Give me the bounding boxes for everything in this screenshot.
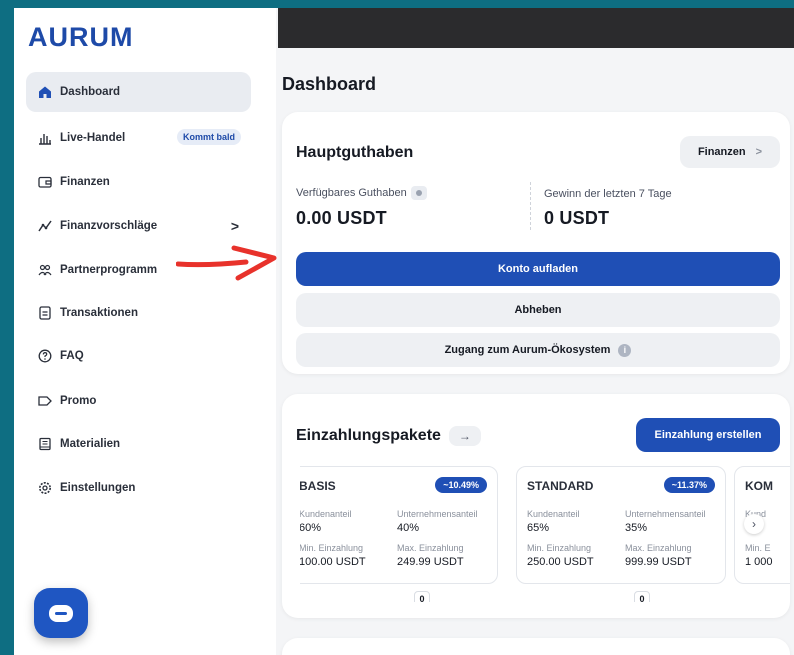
max-deposit-label: Max. Einzahlung <box>397 543 464 553</box>
company-share-value: 40% <box>397 522 420 534</box>
profit-7d-value: 0 USDT <box>544 208 610 228</box>
sidebar-item-dashboard[interactable]: Dashboard <box>26 72 251 112</box>
company-share-label: Unternehmensanteil <box>397 509 478 519</box>
client-share-label: Kundenanteil <box>300 509 352 519</box>
wallet-icon <box>38 175 52 189</box>
finance-button-label: Finanzen <box>697 146 746 158</box>
sidebar-item-label: Transaktionen <box>60 307 138 319</box>
carousel-next-button[interactable]: › <box>744 514 764 534</box>
sidebar: AURUM Dashboard Live-Handel Kommt bald F… <box>14 8 276 655</box>
document-icon <box>38 306 52 320</box>
sidebar-item-einstellungen[interactable]: Einstellungen <box>26 468 251 508</box>
chevron-right-icon: > <box>230 218 239 234</box>
support-chat-button[interactable] <box>34 588 88 638</box>
max-deposit-value: 999.99 USDT <box>625 556 692 568</box>
min-deposit-value: 250.00 USDT <box>527 556 594 568</box>
sidebar-item-live-handel[interactable]: Live-Handel Kommt bald <box>26 118 251 158</box>
sidebar-item-label: Materialien <box>60 438 121 450</box>
coming-soon-badge: Kommt bald <box>176 129 241 145</box>
client-share-label: Kundenanteil <box>527 509 580 519</box>
ecosystem-access-button[interactable]: Zugang zum Aurum-Ökosystem i <box>296 333 780 367</box>
package-count[interactable]: 0 <box>634 591 650 602</box>
min-deposit-label: Min. Einzahlung <box>300 543 364 553</box>
package-name: KOM <box>745 479 773 493</box>
ecosystem-access-label: Zugang zum Aurum-Ökosystem <box>444 344 611 356</box>
sidebar-item-transaktionen[interactable]: Transaktionen <box>26 293 251 333</box>
info-icon: i <box>618 343 632 357</box>
sidebar-item-finanzvorschlaege[interactable]: Finanzvorschläge > <box>26 206 251 246</box>
package-card-standard[interactable]: STANDARD ~11.37% Kundenanteil 65% Untern… <box>516 466 726 584</box>
chat-bubble-icon <box>49 604 73 622</box>
packages-carousel: BASIS ~10.49% Kundenanteil 60% Unternehm… <box>300 466 790 602</box>
company-share-value: 35% <box>625 522 648 534</box>
profit-7d-label: Gewinn der letzten 7 Tage <box>544 188 672 200</box>
package-rate-badge: ~11.37% <box>663 477 715 493</box>
tag-icon <box>38 394 52 408</box>
sidebar-item-label: Finanzvorschläge <box>60 220 158 232</box>
sidebar-item-label: FAQ <box>60 350 84 362</box>
available-balance-value: 0.00 USDT <box>296 208 387 228</box>
users-icon <box>38 263 52 277</box>
package-name: STANDARD <box>527 479 594 493</box>
top-bar <box>278 8 794 48</box>
client-share-value: 65% <box>527 522 550 534</box>
package-name: BASIS <box>300 479 336 493</box>
sidebar-item-finanzen[interactable]: Finanzen <box>26 162 251 202</box>
max-deposit-label: Max. Einzahlung <box>625 543 692 553</box>
balance-title: Hauptguthaben <box>296 144 414 161</box>
next-card <box>282 638 790 655</box>
red-arrow-annotation <box>176 245 277 281</box>
stat-divider <box>530 182 531 230</box>
available-balance-label: Verfügbares Guthaben <box>296 186 407 199</box>
top-bar-spacer <box>278 48 794 56</box>
withdraw-button[interactable]: Abheben <box>296 293 780 327</box>
sidebar-item-materialien[interactable]: Materialien <box>26 424 251 464</box>
sidebar-item-label: Dashboard <box>60 86 121 98</box>
max-deposit-value: 249.99 USDT <box>397 556 464 568</box>
min-deposit-label: Min. Einzahlung <box>527 543 592 553</box>
home-icon <box>38 85 52 99</box>
help-icon <box>38 349 52 363</box>
package-count[interactable]: 0 <box>414 591 430 602</box>
packages-card: Einzahlungspakete → Einzahlung erstellen … <box>282 394 790 618</box>
sidebar-item-label: Einstellungen <box>60 482 136 494</box>
package-rate-badge: ~10.49% <box>435 477 487 493</box>
topup-button[interactable]: Konto aufladen <box>296 252 780 286</box>
min-deposit-label: Min. E <box>745 543 771 553</box>
sidebar-item-label: Promo <box>60 395 97 407</box>
finance-button[interactable]: Finanzen > <box>680 136 780 168</box>
arrow-right-icon[interactable]: → <box>448 426 481 446</box>
packages-title: Einzahlungspakete <box>296 427 441 445</box>
sidebar-item-label: Finanzen <box>60 176 110 188</box>
create-deposit-button[interactable]: Einzahlung erstellen <box>636 418 780 452</box>
book-icon <box>38 437 52 451</box>
company-share-label: Unternehmensanteil <box>625 509 706 519</box>
gear-icon <box>38 481 52 495</box>
aurum-logo[interactable]: AURUM <box>28 22 134 53</box>
chevron-right-icon: > <box>755 146 763 158</box>
page-title: Dashboard <box>282 74 377 94</box>
package-card-basis[interactable]: BASIS ~10.49% Kundenanteil 60% Unternehm… <box>300 466 498 584</box>
client-share-value: 60% <box>300 522 322 534</box>
chart-bars-icon <box>38 131 52 145</box>
min-deposit-value: 1 000 <box>745 556 773 568</box>
sidebar-item-label: Live-Handel <box>60 132 126 144</box>
sidebar-item-label: Partnerprogramm <box>60 264 158 276</box>
available-balance-label-row: Verfügbares Guthaben <box>296 186 427 200</box>
min-deposit-value: 100.00 USDT <box>300 556 366 568</box>
sidebar-item-promo[interactable]: Promo <box>26 381 251 421</box>
balance-card: Hauptguthaben Finanzen > Verfügbares Gut… <box>282 112 790 374</box>
packages-title-row: Einzahlungspakete → <box>296 426 481 446</box>
sidebar-item-faq[interactable]: FAQ <box>26 336 251 376</box>
app-window: AURUM Dashboard Live-Handel Kommt bald F… <box>14 8 794 655</box>
trend-line-icon <box>38 219 52 233</box>
eye-icon[interactable] <box>410 186 427 200</box>
